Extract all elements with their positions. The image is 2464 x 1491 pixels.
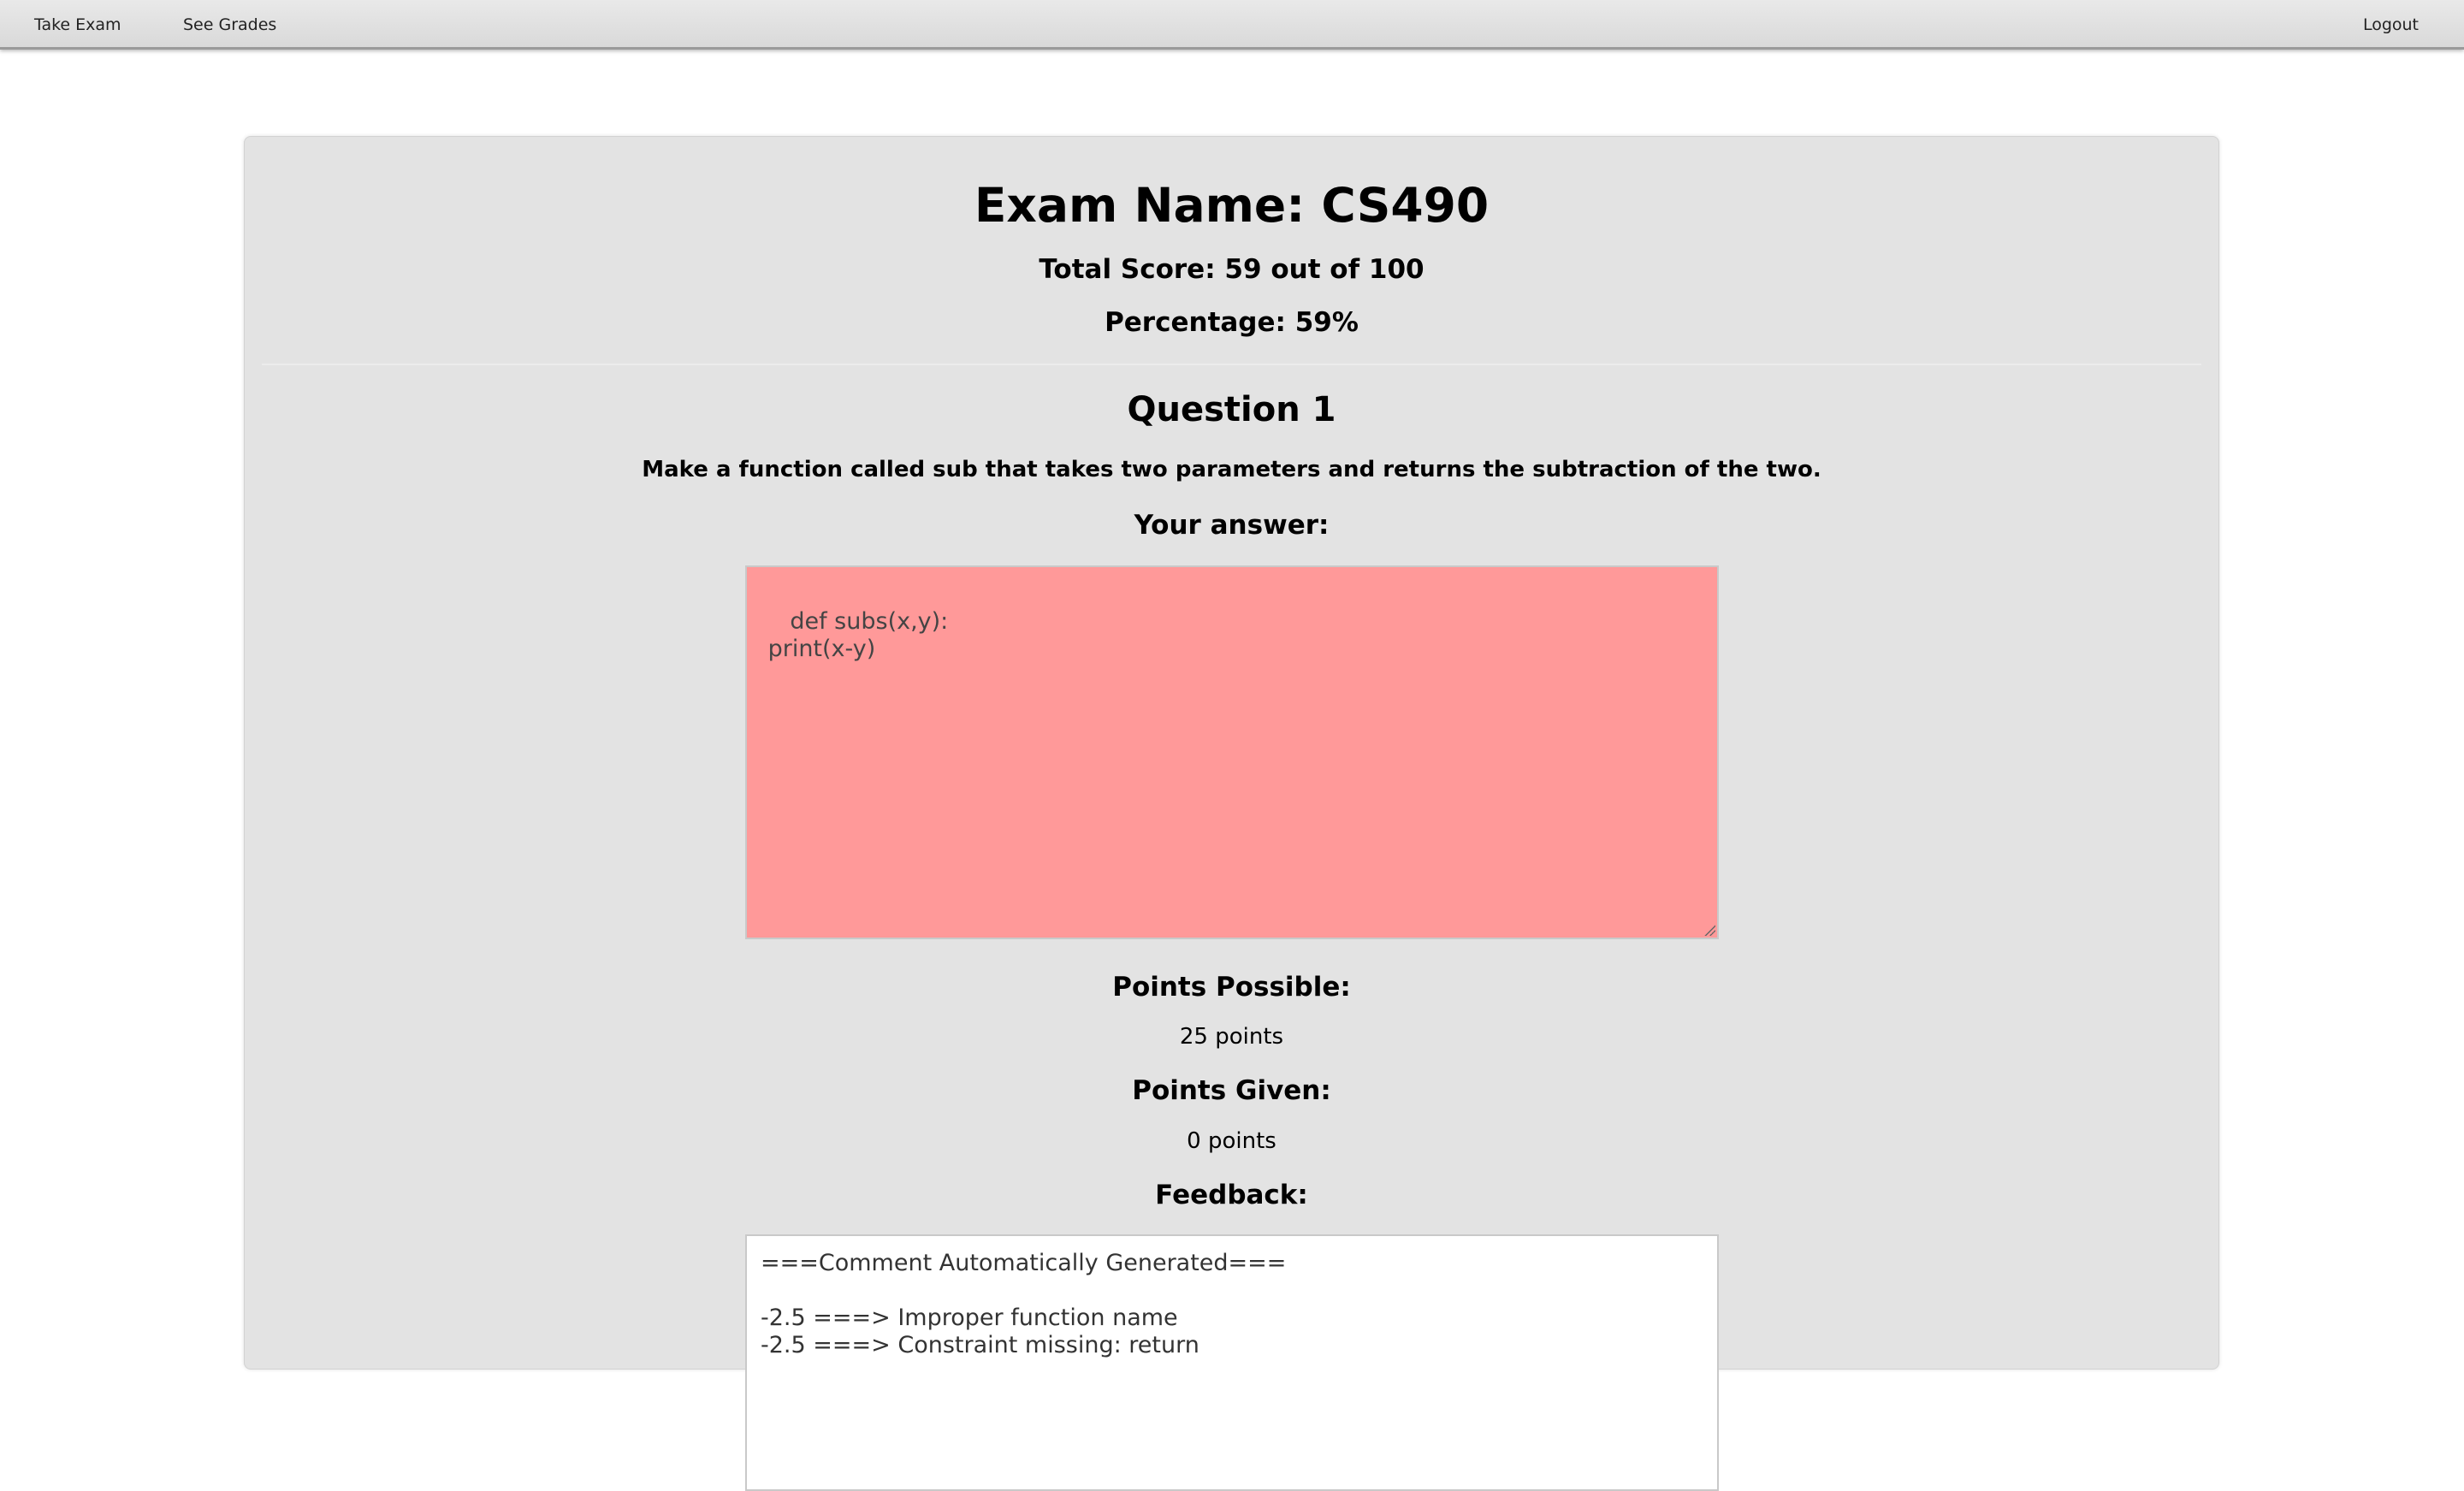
- points-possible-value: 25 points: [1179, 1024, 1284, 1050]
- question-prompt: Make a function called sub that takes tw…: [642, 457, 1821, 482]
- nav-logout-link[interactable]: Logout: [2363, 15, 2419, 34]
- points-possible-label: Points Possible:: [1112, 972, 1351, 1003]
- feedback-textarea[interactable]: ===Comment Automatically Generated=== -2…: [745, 1234, 1719, 1491]
- nav-take-exam-link[interactable]: Take Exam: [34, 15, 121, 34]
- answer-textarea[interactable]: def subs(x,y): print(x-y): [745, 565, 1719, 939]
- feedback-line: -2.5 ===> Constraint missing: return: [761, 1332, 1199, 1358]
- question-title: Question 1: [1127, 390, 1336, 429]
- total-score-text: Total Score: 59 out of 100: [1039, 254, 1424, 285]
- feedback-line: -2.5 ===> Improper function name: [761, 1305, 1178, 1331]
- your-answer-label: Your answer:: [1134, 510, 1330, 541]
- top-nav-bar: Take Exam See Grades Logout: [0, 0, 2464, 50]
- feedback-blank-line: [761, 1277, 1703, 1305]
- feedback-label: Feedback:: [1155, 1180, 1308, 1210]
- exam-name-heading: Exam Name: CS490: [974, 178, 1490, 233]
- section-divider: [262, 364, 2201, 365]
- resize-handle[interactable]: [1703, 924, 1715, 936]
- feedback-line: ===Comment Automatically Generated===: [761, 1250, 1287, 1276]
- points-given-label: Points Given:: [1132, 1075, 1331, 1106]
- points-given-value: 0 points: [1187, 1128, 1276, 1154]
- nav-see-grades-link[interactable]: See Grades: [183, 15, 276, 34]
- exam-results-card: Exam Name: CS490 Total Score: 59 out of …: [244, 136, 2219, 1491]
- answer-code-text: def subs(x,y): print(x-y): [767, 608, 949, 662]
- percentage-text: Percentage: 59%: [1105, 307, 1359, 338]
